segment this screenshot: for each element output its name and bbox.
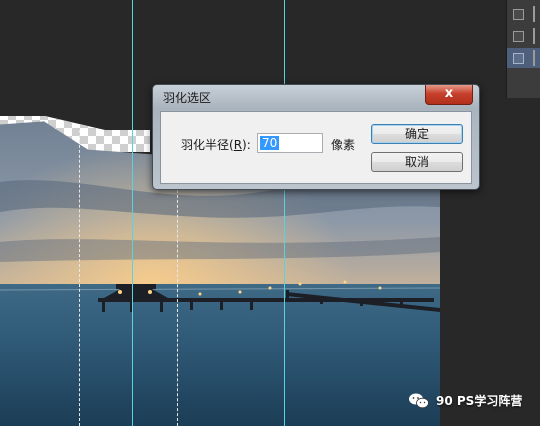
layer-thumb-edge [533,28,540,44]
layer-thumb-edge [533,6,540,22]
ok-button[interactable]: 确定 [371,124,463,144]
dialog-body: 羽化半径(R): 70 像素 确定 取消 [160,111,472,184]
feather-radius-label: 羽化半径(R): [181,138,251,152]
layer-row[interactable] [507,4,540,24]
layer-row-selected[interactable] [507,48,540,68]
feather-selection-dialog[interactable]: 羽化选区 x 羽化半径(R): 70 像素 确定 取消 [152,84,480,190]
unit-label: 像素 [331,138,356,152]
feather-radius-value: 70 [260,136,280,150]
cancel-button[interactable]: 取消 [371,152,463,172]
selection-marquee-right [177,190,178,426]
layers-panel [506,0,540,98]
layer-row[interactable] [507,26,540,46]
visibility-checkbox[interactable] [513,53,524,64]
canvas-workspace[interactable]: 羽化选区 x 羽化半径(R): 70 像素 确定 取消 90 PS学习阵营 [0,0,540,426]
feather-radius-input[interactable]: 70 [257,133,323,153]
visibility-checkbox[interactable] [513,31,524,42]
selection-marquee-left [79,130,80,426]
wechat-icon [409,393,429,409]
close-button[interactable]: x [425,85,473,105]
watermark-text: 90 PS学习阵营 [436,394,523,408]
layer-thumb-edge [533,50,540,66]
guide-line[interactable] [132,0,133,426]
dialog-title: 羽化选区 [163,91,212,105]
visibility-checkbox[interactable] [513,9,524,20]
close-icon: x [444,86,454,101]
guide-line[interactable] [284,0,285,426]
